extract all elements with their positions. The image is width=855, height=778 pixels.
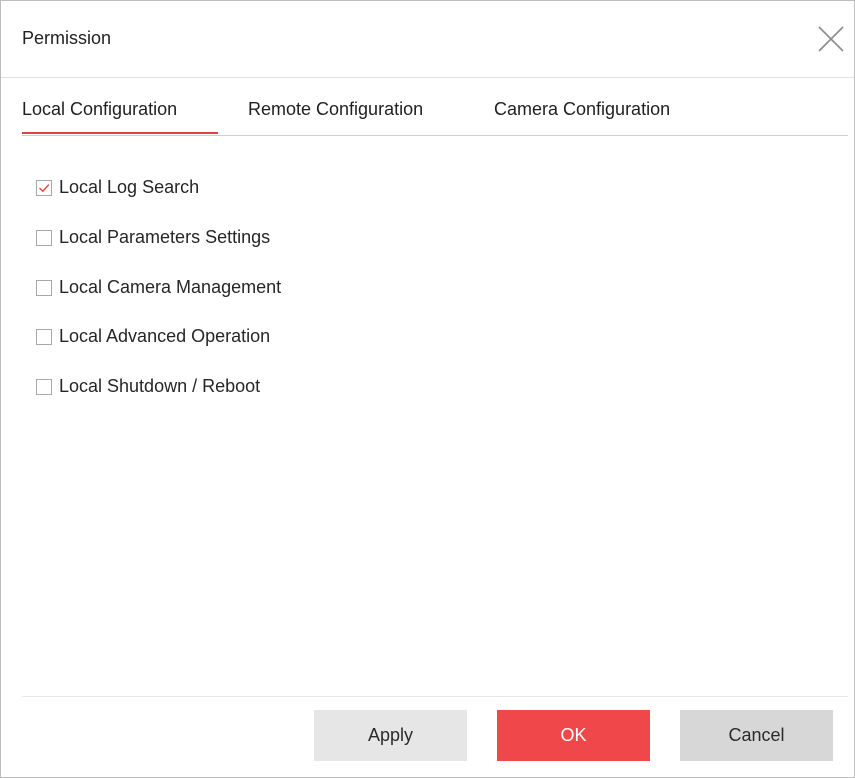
- tab-camera-configuration[interactable]: Camera Configuration: [494, 99, 670, 120]
- checkbox-unchecked[interactable]: [36, 379, 52, 395]
- tab-remote-configuration[interactable]: Remote Configuration: [248, 99, 423, 120]
- checkbox-unchecked[interactable]: [36, 230, 52, 246]
- close-button[interactable]: [816, 24, 846, 54]
- cancel-button[interactable]: Cancel: [680, 710, 833, 761]
- permission-label: Local Advanced Operation: [59, 326, 271, 346]
- title-bar: Permission: [1, 1, 854, 78]
- checkbox-unchecked[interactable]: [36, 329, 52, 345]
- permission-label: Local Shutdown / Reboot: [59, 376, 261, 396]
- permission-label: Local Camera Management: [59, 277, 282, 297]
- active-tab-indicator: [22, 132, 218, 134]
- permission-dialog: Permission Local Configuration Remote Co…: [0, 0, 855, 778]
- checkbox-unchecked[interactable]: [36, 280, 52, 296]
- checkmark-icon: [39, 184, 50, 193]
- tab-local-configuration[interactable]: Local Configuration: [22, 99, 177, 120]
- apply-button[interactable]: Apply: [314, 710, 467, 761]
- permission-label: Local Parameters Settings: [59, 227, 271, 247]
- permission-label: Local Log Search: [59, 177, 200, 197]
- close-icon: [818, 26, 844, 52]
- checkbox-checked[interactable]: [36, 180, 52, 196]
- footer-divider: [22, 696, 848, 697]
- ok-button[interactable]: OK: [497, 710, 650, 761]
- tab-bar: Local Configuration Remote Configuration…: [22, 91, 848, 136]
- dialog-title: Permission: [22, 28, 112, 48]
